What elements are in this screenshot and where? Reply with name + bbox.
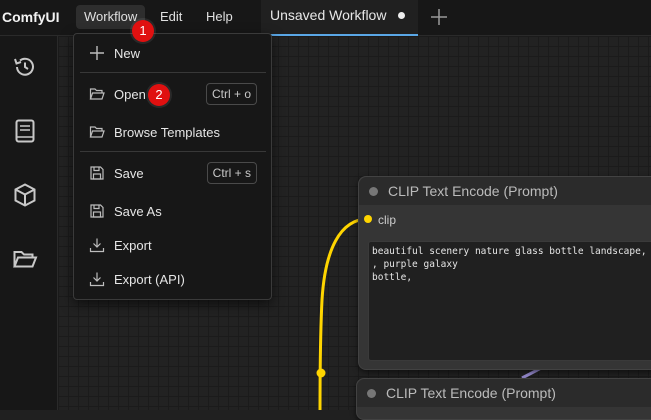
menu-item-label: Save <box>114 166 144 181</box>
menu-item-export[interactable]: Export <box>74 231 271 259</box>
menu-item-label: Browse Templates <box>114 125 220 140</box>
app-logo: ComfyUI <box>2 9 60 25</box>
workflow-menu: New Open Ctrl + o Browse Templates Save … <box>73 33 272 300</box>
tab-label: Unsaved Workflow <box>270 7 387 23</box>
menu-item-label: Save As <box>114 204 162 219</box>
menu-item-open[interactable]: Open Ctrl + o <box>74 80 271 108</box>
unsaved-indicator-icon[interactable] <box>398 12 405 19</box>
menu-help[interactable]: Help <box>198 5 241 29</box>
shortcut-badge: Ctrl + o <box>205 83 257 105</box>
download-icon <box>89 238 105 253</box>
menu-item-label: Open <box>114 87 146 102</box>
clip-text-encode-node[interactable]: CLIP Text Encode (Prompt) clip beautiful… <box>358 176 651 370</box>
folder-open-icon <box>89 126 105 138</box>
collapse-dot-icon[interactable] <box>369 187 378 196</box>
history-icon[interactable] <box>12 54 38 80</box>
node-title: CLIP Text Encode (Prompt) <box>388 183 558 199</box>
menu-divider <box>80 151 266 152</box>
folder-open-icon <box>89 88 105 100</box>
shortcut-badge: Ctrl + s <box>206 162 257 184</box>
menu-item-export-api[interactable]: Export (API) <box>74 265 271 293</box>
clip-input-label: clip <box>378 213 397 227</box>
collapse-dot-icon[interactable] <box>367 389 376 398</box>
cube-icon[interactable] <box>12 182 38 208</box>
top-bar: ComfyUI Workflow Edit Help Unsaved Workf… <box>0 0 651 36</box>
menu-edit[interactable]: Edit <box>152 5 190 29</box>
step-badge-1: 1 <box>132 20 154 42</box>
clip-input-slot[interactable] <box>364 215 372 223</box>
add-tab-icon[interactable] <box>429 7 449 27</box>
menu-item-new[interactable]: New <box>74 39 271 67</box>
folder-open-icon[interactable] <box>12 246 38 272</box>
menu-item-save-as[interactable]: Save As <box>74 197 271 225</box>
tab-unsaved-workflow[interactable]: Unsaved Workflow <box>261 0 418 36</box>
node-header[interactable]: CLIP Text Encode (Prompt) <box>357 379 651 407</box>
menu-item-label: Export (API) <box>114 272 185 287</box>
menu-item-save[interactable]: Save Ctrl + s <box>74 159 271 187</box>
step-badge-2: 2 <box>148 84 170 106</box>
menu-divider <box>80 72 266 73</box>
save-icon <box>90 166 104 180</box>
clip-text-encode-node[interactable]: CLIP Text Encode (Prompt) <box>356 378 651 420</box>
node-header[interactable]: CLIP Text Encode (Prompt) <box>359 177 651 205</box>
menu-item-label: Export <box>114 238 152 253</box>
download-icon <box>89 272 105 287</box>
prompt-textarea[interactable]: beautiful scenery nature glass bottle la… <box>368 241 651 361</box>
save-icon <box>90 204 104 218</box>
menu-item-browse-templates[interactable]: Browse Templates <box>74 118 271 146</box>
menu-item-label: New <box>114 46 141 61</box>
node-title: CLIP Text Encode (Prompt) <box>386 385 556 401</box>
plus-icon <box>90 46 104 60</box>
book-icon[interactable] <box>12 118 38 144</box>
sidebar <box>0 36 58 410</box>
